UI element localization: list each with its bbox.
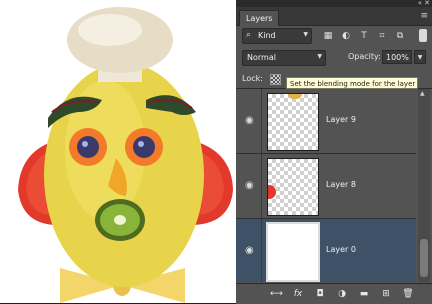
link-layers-icon[interactable]: ⟷ xyxy=(270,288,283,300)
layer-row-layer-0[interactable]: ◉ Layer 0 xyxy=(236,219,416,282)
type-filter-icon[interactable]: T xyxy=(358,30,370,42)
tab-layers[interactable]: Layers xyxy=(239,10,280,26)
filter-toggle-switch[interactable] xyxy=(419,29,427,42)
blend-mode-select[interactable]: Normal ▼ xyxy=(242,50,326,66)
opacity-input[interactable]: 100% xyxy=(382,50,412,64)
layer-thumbnail xyxy=(266,222,320,282)
smart-object-filter-icon[interactable]: ⧉ xyxy=(394,30,406,42)
blend-mode-value: Normal xyxy=(247,53,276,62)
kind-filter-select[interactable]: ⌕ Kind ▼ xyxy=(242,28,312,44)
add-mask-icon[interactable]: ◘ xyxy=(314,288,326,300)
layers-panel: « ✕ Layers ≡ ⌕ Kind ▼ ▦ ◐ T ⌗ ⧉ Normal ▼… xyxy=(236,0,432,304)
layer-name[interactable]: Layer 9 xyxy=(326,115,356,124)
adjustment-filter-icon[interactable]: ◐ xyxy=(340,30,352,42)
layers-list: ◉ Layer 9 ◉ Layer 8 ◉ Layer 0 xyxy=(236,89,432,282)
divider xyxy=(261,89,262,153)
lock-transparent-pixels-icon[interactable] xyxy=(270,74,281,85)
fruit-face-artwork xyxy=(18,7,233,303)
layer-style-fx-icon[interactable]: fx xyxy=(292,288,304,300)
layer-row-layer-9[interactable]: ◉ Layer 9 xyxy=(236,89,416,154)
layer-name[interactable]: Layer 8 xyxy=(326,180,356,189)
search-icon: ⌕ xyxy=(246,30,252,40)
blend-row: Normal ▼ Opacity: 100% ▼ xyxy=(236,49,432,67)
blend-mode-tooltip: Set the blending mode for the layer xyxy=(286,77,418,89)
panel-tab-bar: Layers ≡ xyxy=(236,7,432,26)
chevron-down-icon: ▼ xyxy=(317,53,322,60)
layers-scrollbar[interactable]: ▲ xyxy=(418,89,430,282)
pixel-filter-icon[interactable]: ▦ xyxy=(322,30,334,42)
visibility-eye-icon[interactable]: ◉ xyxy=(245,115,254,126)
chevron-down-icon: ▼ xyxy=(303,31,308,38)
lock-label: Lock: xyxy=(242,74,263,83)
layer-thumbnail xyxy=(267,158,319,216)
new-group-folder-icon[interactable]: ▬ xyxy=(358,288,370,300)
adjustment-layer-icon[interactable]: ◑ xyxy=(336,288,348,300)
visibility-eye-icon[interactable]: ◉ xyxy=(245,245,254,256)
divider xyxy=(261,219,262,282)
divider xyxy=(261,154,262,218)
collapse-panel-icon[interactable]: « xyxy=(418,0,422,7)
layer-thumbnail xyxy=(267,93,319,151)
kind-filter-label: Kind xyxy=(258,31,276,40)
new-layer-icon[interactable]: ⊞ xyxy=(380,288,392,300)
layers-bottom-toolbar: ⟷ fx ◘ ◑ ▬ ⊞ 🗑 xyxy=(236,283,432,304)
layer-name[interactable]: Layer 0 xyxy=(326,245,356,254)
close-panel-icon[interactable]: ✕ xyxy=(424,0,430,7)
panel-menu-icon[interactable]: ≡ xyxy=(420,11,428,21)
panel-top-strip: « ✕ xyxy=(236,0,432,7)
layer-row-layer-8[interactable]: ◉ Layer 8 xyxy=(236,154,416,219)
document-canvas[interactable] xyxy=(0,0,237,303)
filter-row: ⌕ Kind ▼ ▦ ◐ T ⌗ ⧉ xyxy=(236,27,432,45)
opacity-slider-button[interactable]: ▼ xyxy=(414,50,426,64)
visibility-eye-icon[interactable]: ◉ xyxy=(245,180,254,191)
shape-filter-icon[interactable]: ⌗ xyxy=(376,30,388,42)
opacity-label: Opacity: xyxy=(348,52,381,61)
scroll-up-icon[interactable]: ▲ xyxy=(420,90,425,97)
scrollbar-thumb[interactable] xyxy=(420,239,428,277)
trash-icon[interactable]: 🗑 xyxy=(402,288,414,300)
